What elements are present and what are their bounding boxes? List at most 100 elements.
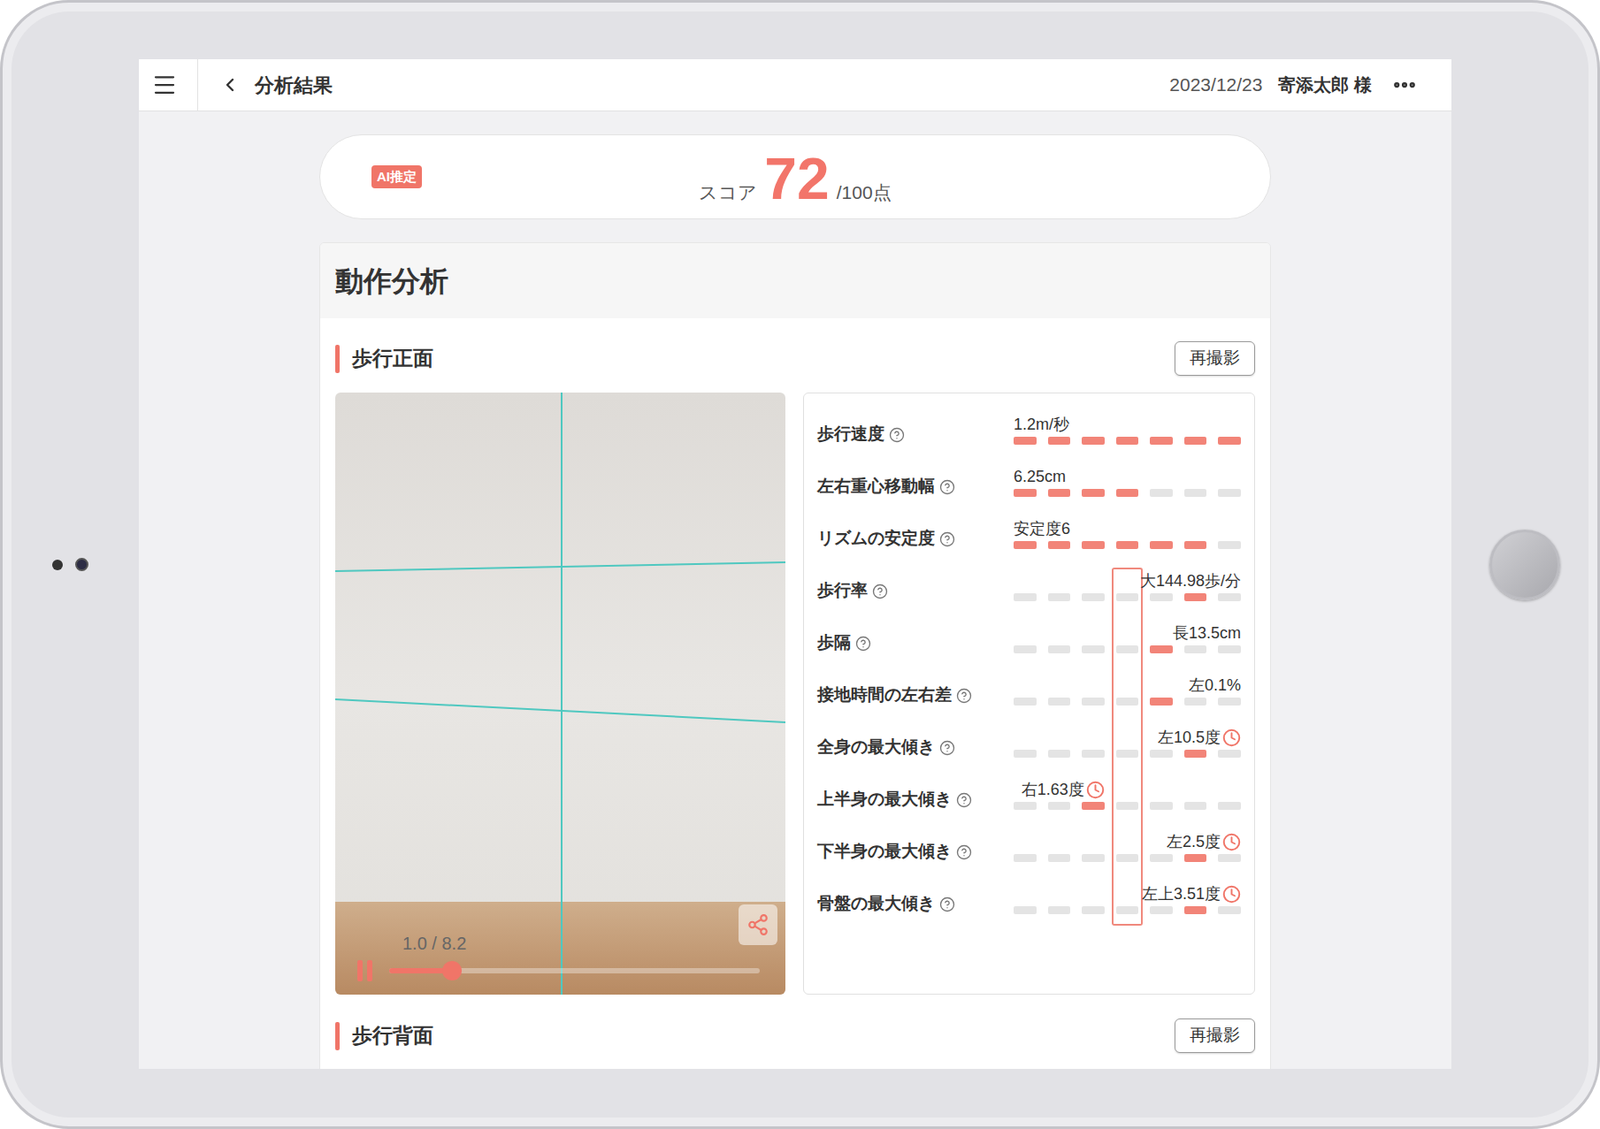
metric-track: 左10.5度 [1013, 717, 1241, 770]
metric-segment [1013, 593, 1037, 602]
normal-range-box [1111, 567, 1144, 613]
metric-row: 骨盤の最大傾き左上3.51度 [817, 873, 1241, 927]
menu-icon[interactable] [151, 71, 178, 99]
help-icon[interactable] [956, 688, 973, 705]
camera-icon [75, 558, 89, 572]
metric-segment [1116, 906, 1140, 915]
metric-value: 右1.63度 [1013, 780, 1105, 800]
metric-segment [1116, 436, 1140, 445]
metric-segment [1184, 854, 1208, 863]
help-icon[interactable] [956, 792, 973, 809]
retake-button[interactable]: 再撮影 [1174, 1018, 1256, 1054]
video-time: 1.0 / 8.2 [402, 930, 467, 957]
help-icon[interactable] [939, 479, 956, 496]
metrics-card: 歩行速度1.2m/秒左右重心移動幅6.25cmリズムの安定度安定度6歩行率大14… [803, 392, 1256, 996]
help-icon[interactable] [956, 844, 973, 861]
score-card: AI推定スコア72/100点 [319, 134, 1271, 220]
metric-label: 全身の最大傾き [817, 726, 1014, 761]
metric-row: 左右重心移動幅6.25cm [817, 456, 1241, 509]
clock-icon[interactable] [1222, 728, 1241, 748]
metric-segment [1217, 906, 1241, 915]
pose-guides [335, 392, 786, 996]
metric-segment [1217, 697, 1241, 706]
metric-segment [1048, 593, 1072, 602]
home-button[interactable] [1489, 529, 1561, 601]
section-header: 歩行正面 再撮影 [335, 341, 1256, 376]
metric-segment [1149, 750, 1173, 758]
back-icon[interactable] [219, 74, 241, 96]
play-pause-button[interactable] [354, 958, 375, 984]
section-title: 歩行正面 [352, 343, 434, 375]
metric-segment [1149, 854, 1173, 863]
metric-segment [1184, 750, 1208, 758]
help-icon[interactable] [872, 583, 889, 600]
page: 分析結果2023/12/23寄添太郎 様AI推定スコア72/100点動作分析歩行… [0, 0, 1600, 1129]
section-header: 歩行背面 再撮影 [335, 1018, 1256, 1054]
metric-label: 上半身の最大傾き [817, 778, 1014, 813]
metric-segment [1149, 436, 1173, 445]
metric-segment [1013, 697, 1037, 706]
metric-segment [1116, 697, 1140, 706]
clock-icon[interactable] [1222, 885, 1241, 904]
metric-track: 長13.5cm [1013, 612, 1241, 666]
metric-value: 6.25cm [1013, 466, 1241, 487]
metric-segment [1149, 697, 1173, 706]
metric-track: 右1.63度 [1013, 769, 1241, 822]
divider [197, 59, 199, 111]
metric-segment [1013, 854, 1037, 863]
metric-label: 歩行速度 [817, 413, 1014, 448]
metric-segment [1116, 750, 1140, 758]
clock-icon[interactable] [1086, 780, 1105, 800]
metric-track: 左0.1% [1013, 665, 1241, 718]
metric-segment [1184, 541, 1208, 550]
metric-label: 左右重心移動幅 [817, 465, 1014, 500]
metric-row: 上半身の最大傾き右1.63度 [817, 769, 1241, 822]
metric-segment [1217, 541, 1241, 550]
section-title: 歩行背面 [352, 1020, 434, 1052]
metric-segment [1217, 645, 1241, 654]
share-button[interactable] [738, 904, 778, 946]
right-bezel [1451, 2, 1598, 1127]
metric-row: 歩行速度1.2m/秒 [817, 404, 1241, 457]
metric-segment [1081, 750, 1105, 758]
metric-segment [1116, 645, 1140, 654]
left-bezel [2, 2, 139, 1127]
tablet-frame: 分析結果2023/12/23寄添太郎 様AI推定スコア72/100点動作分析歩行… [0, 0, 1600, 1129]
clock-icon[interactable] [1222, 833, 1241, 852]
metric-segment [1081, 436, 1105, 445]
metric-track: 大144.98歩/分 [1013, 560, 1241, 613]
help-icon[interactable] [888, 427, 905, 444]
metric-row: リズムの安定度安定度6 [817, 508, 1241, 561]
metric-segment [1081, 645, 1105, 654]
score-value: 72 [764, 146, 829, 211]
video-slider[interactable] [389, 968, 760, 974]
metric-segment [1184, 906, 1208, 915]
metric-row: 下半身の最大傾き左2.5度 [817, 821, 1241, 874]
help-icon[interactable] [939, 531, 956, 548]
video-frame[interactable]: 1.0 / 8.2 [335, 392, 786, 996]
metric-track: 安定度6 [1013, 508, 1241, 561]
metric-segment [1013, 750, 1037, 758]
help-icon[interactable] [855, 635, 872, 652]
metric-segment [1116, 802, 1140, 811]
analysis-panel: 動作分析歩行正面再撮影1.0 / 8.2歩行速度1.2m/秒左右重心移動幅6.2… [319, 242, 1271, 1070]
metric-segment [1048, 489, 1072, 498]
metric-segment [1149, 593, 1173, 602]
metric-value: 左上3.51度 [1013, 884, 1241, 904]
help-icon[interactable] [939, 896, 956, 913]
metric-segment [1081, 697, 1105, 706]
metric-segment [1048, 802, 1072, 811]
metric-segment [1048, 645, 1072, 654]
metric-value: 左0.1% [1013, 675, 1241, 696]
more-icon[interactable] [1391, 71, 1418, 99]
help-icon[interactable] [939, 740, 956, 757]
metric-value: 1.2m/秒 [1013, 414, 1241, 435]
retake-button[interactable]: 再撮影 [1174, 341, 1256, 376]
metric-segment [1149, 489, 1173, 498]
metric-segment [1149, 645, 1173, 654]
metric-segment [1048, 750, 1072, 758]
metric-segment [1048, 436, 1072, 445]
metric-value: 大144.98歩/分 [1013, 571, 1241, 591]
metric-segment [1149, 802, 1173, 811]
metric-track: 1.2m/秒 [1013, 404, 1241, 457]
